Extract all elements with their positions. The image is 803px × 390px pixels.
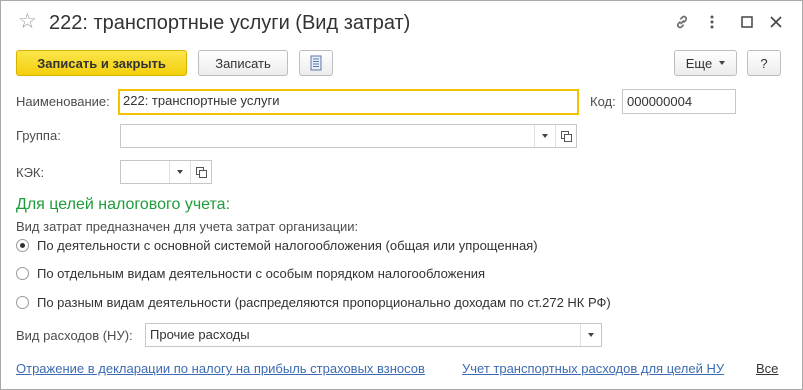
declaration-link[interactable]: Отражение в декларации по налогу на приб… [16,361,425,376]
group-label: Группа: [16,128,61,143]
link-icon-glyph [677,15,687,29]
tax-option-label: По деятельности с основной системой нало… [37,238,538,253]
help-button[interactable]: ? [747,50,781,76]
document-list-icon [310,55,322,71]
maximize-icon-glyph [741,16,753,28]
name-input[interactable]: 222: транспортные услуги [118,89,579,115]
chevron-down-icon [588,333,594,337]
chevron-down-icon [542,134,548,138]
code-label: Код: [590,94,616,109]
transport-expenses-link[interactable]: Учет транспортных расходов для целей НУ [462,361,724,376]
code-input[interactable]: 000000004 [622,89,736,114]
code-value: 000000004 [627,94,693,109]
expense-type-label: Вид расходов (НУ): [16,328,133,343]
expense-type-dropdown-button[interactable] [580,324,601,346]
name-value: 222: транспортные услуги [123,93,280,108]
chevron-down-icon [177,170,183,174]
all-links-link[interactable]: Все [756,361,778,376]
more-vertical-icon[interactable] [699,9,725,35]
save-button[interactable]: Записать [198,50,288,76]
tax-purpose-text: Вид затрат предназначен для учета затрат… [16,219,359,234]
chevron-down-icon [719,61,726,65]
open-form-icon [196,167,207,178]
favorite-star-icon[interactable]: ☆ [18,10,37,34]
more-menu-label: Еще [685,55,713,71]
maximize-icon[interactable] [734,9,760,35]
form-window: ☆ 222: транспортные услуги (Вид затрат) … [0,0,803,390]
group-input[interactable] [120,124,577,148]
expense-type-value: Прочие расходы [150,327,250,342]
report-button[interactable] [299,50,333,76]
name-label: Наименование: [16,94,110,109]
radio-unchecked[interactable] [16,296,29,309]
save-and-close-button[interactable]: Записать и закрыть [16,50,187,76]
radio-checked[interactable] [16,239,29,252]
tax-option-label: По отдельным видам деятельности с особым… [37,266,486,281]
tax-option-general[interactable]: По деятельности с основной системой нало… [16,238,538,253]
group-open-button[interactable] [555,125,576,147]
open-form-icon [561,131,572,142]
tax-option-label: По разным видам деятельности (распределя… [37,295,611,310]
tax-section-title: Для целей налогового учета: [16,196,231,213]
kek-dropdown-button[interactable] [169,161,190,183]
group-dropdown-button[interactable] [534,125,555,147]
window-title: 222: транспортные услуги (Вид затрат) [49,12,411,34]
close-icon[interactable] [763,9,789,35]
expense-type-select[interactable]: Прочие расходы [145,323,602,347]
more-menu-button[interactable]: Еще [674,50,737,76]
tax-option-proportional[interactable]: По разным видам деятельности (распределя… [16,295,611,310]
radio-unchecked[interactable] [16,267,29,280]
kek-open-button[interactable] [190,161,211,183]
kek-input[interactable] [120,160,212,184]
kek-label: КЭК: [16,165,45,180]
close-icon-glyph [770,16,782,28]
tax-option-special[interactable]: По отдельным видам деятельности с особым… [16,266,485,281]
more-vertical-icon-glyph [710,15,714,29]
link-icon[interactable] [669,9,695,35]
